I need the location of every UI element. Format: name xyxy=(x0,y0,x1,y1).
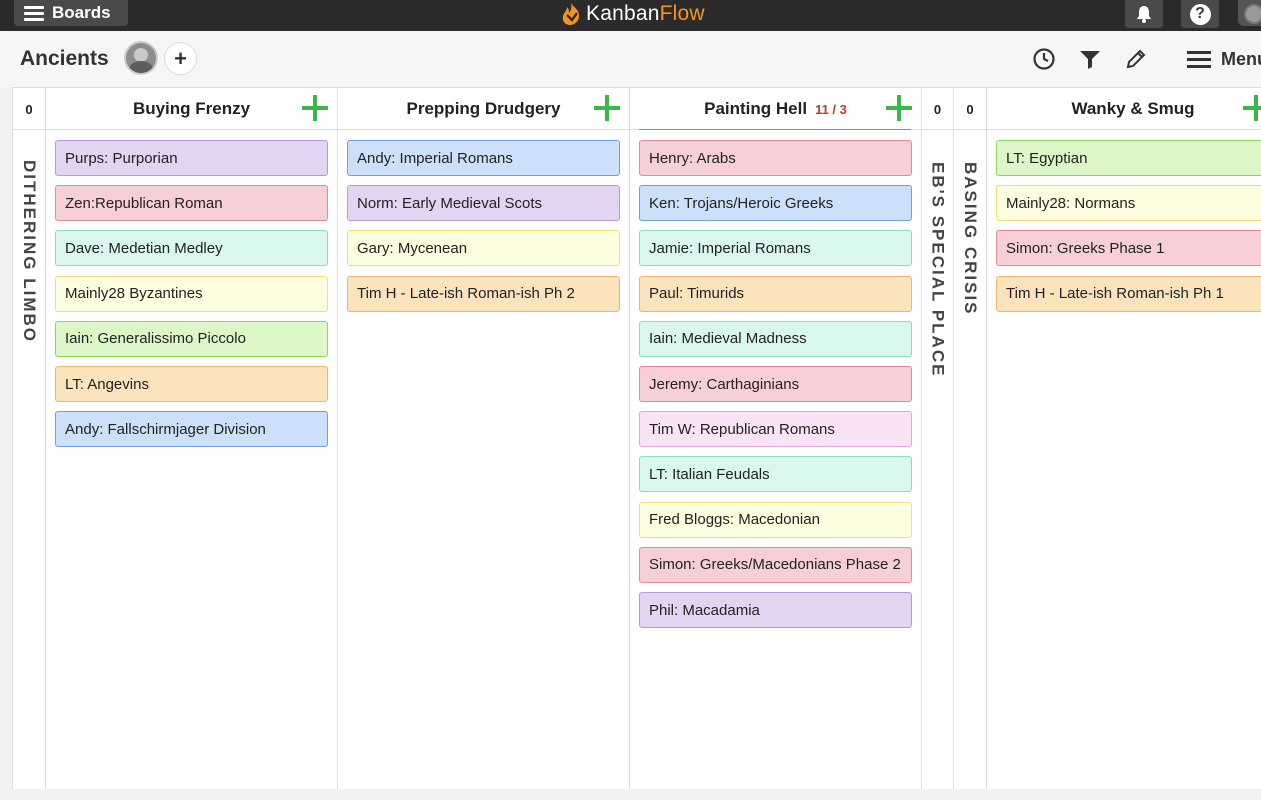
hamburger-icon xyxy=(24,6,44,21)
boards-button[interactable]: Boards xyxy=(14,0,128,26)
add-task-plus-icon[interactable] xyxy=(594,95,620,121)
kanban-board: 0 DITHERING LIMBO Buying Frenzy Purps: P… xyxy=(12,87,1261,790)
column-title: Wanky & Smug xyxy=(1071,99,1195,118)
board-header: Ancients + Menu xyxy=(0,31,1261,87)
task-card[interactable]: Phil: Macadamia xyxy=(639,592,912,628)
top-navbar: Boards KanbanFlow ? xyxy=(0,0,1261,31)
history-button[interactable] xyxy=(1031,46,1057,72)
column-header-buying-frenzy: Buying Frenzy xyxy=(46,88,338,130)
task-count: 0 xyxy=(25,102,33,117)
task-card[interactable]: Henry: Arabs xyxy=(639,140,912,176)
collapsed-column-label: DITHERING LIMBO xyxy=(20,160,39,343)
task-card[interactable]: Fred Bloggs: Macedonian xyxy=(639,501,912,538)
task-card[interactable]: Iain: Generalissimo Piccolo xyxy=(55,320,328,357)
column-prepping-drudgery: Andy: Imperial Romans Norm: Early Medieva… xyxy=(338,130,630,790)
help-button[interactable]: ? xyxy=(1181,0,1219,28)
column-header-wanky-smug: Wanky & Smug xyxy=(987,88,1261,130)
column-header-ebs-special-place[interactable]: 0 xyxy=(922,88,954,130)
question-mark-icon: ? xyxy=(1189,3,1211,25)
menu-label: Menu xyxy=(1221,48,1261,69)
add-task-plus-icon[interactable] xyxy=(302,95,328,121)
column-basing-crisis[interactable]: BASING CRISIS xyxy=(954,130,987,790)
column-header-painting-hell: Painting Hell 11 / 3 xyxy=(630,88,922,132)
task-card[interactable]: Tim W: Republican Romans xyxy=(639,411,912,448)
board-menu-button[interactable]: Menu xyxy=(1187,46,1261,72)
task-card[interactable]: Simon: Greeks Phase 1 xyxy=(996,230,1261,267)
task-card[interactable]: Mainly28 Byzantines xyxy=(55,275,328,312)
task-card[interactable]: Tim H - Late-ish Roman-ish Ph 1 xyxy=(996,275,1261,312)
task-card[interactable]: Tim H - Late-ish Roman-ish Ph 2 xyxy=(347,275,620,312)
column-title: Painting Hell 11 / 3 xyxy=(704,99,847,118)
task-count: 0 xyxy=(966,102,974,117)
clock-icon xyxy=(1033,48,1055,70)
wip-limit-badge: 11 / 3 xyxy=(815,102,847,117)
bell-icon xyxy=(1137,6,1151,23)
boards-button-label: Boards xyxy=(52,3,111,22)
kanbanflow-logo[interactable]: KanbanFlow xyxy=(560,1,705,27)
add-task-plus-icon[interactable] xyxy=(1243,95,1261,121)
member-avatar[interactable] xyxy=(124,41,158,75)
task-card[interactable]: Andy: Imperial Romans xyxy=(347,140,620,176)
task-card[interactable]: LT: Egyptian xyxy=(996,140,1261,176)
task-card[interactable]: Andy: Fallschirmjager Division xyxy=(55,411,328,448)
pencil-icon xyxy=(1126,49,1146,69)
column-painting-hell: Henry: Arabs Ken: Trojans/Heroic Greeks Ja… xyxy=(630,130,922,790)
filter-icon xyxy=(1080,51,1100,69)
board-footer-margin xyxy=(0,789,1261,800)
task-card[interactable]: LT: Angevins xyxy=(55,366,328,402)
task-card[interactable]: Zen:Republican Roman xyxy=(55,185,328,222)
task-card[interactable]: Iain: Medieval Madness xyxy=(639,320,912,357)
task-card[interactable]: Dave: Medetian Medley xyxy=(55,230,328,267)
user-avatar[interactable] xyxy=(1238,0,1261,26)
task-card[interactable]: Jeremy: Carthaginians xyxy=(639,366,912,402)
column-wanky-smug: LT: Egyptian Mainly28: Normans Simon: Gree… xyxy=(987,130,1261,790)
column-header-basing-crisis[interactable]: 0 xyxy=(954,88,987,130)
task-count: 0 xyxy=(933,102,942,117)
column-header-dithering-limbo[interactable]: 0 xyxy=(13,88,46,130)
collapsed-column-label: EB'S SPECIAL PLACE xyxy=(928,162,948,378)
task-card[interactable]: LT: Italian Feudals xyxy=(639,456,912,493)
task-card[interactable]: Norm: Early Medieval Scots xyxy=(347,185,620,222)
edit-board-button[interactable] xyxy=(1123,46,1149,72)
add-member-button[interactable]: + xyxy=(164,42,197,75)
notifications-button[interactable] xyxy=(1125,0,1163,28)
column-title: Buying Frenzy xyxy=(132,99,251,118)
column-buying-frenzy: Purps: Purporian Zen:Republican Roman Dave… xyxy=(46,130,338,790)
task-card[interactable]: Gary: Mycenean xyxy=(347,230,620,267)
logo-wordmark: KanbanFlow xyxy=(586,2,705,25)
task-card[interactable]: Jamie: Imperial Romans xyxy=(639,230,912,267)
plus-icon: + xyxy=(174,45,187,71)
task-card[interactable]: Mainly28: Normans xyxy=(996,185,1261,222)
board-title: Ancients xyxy=(20,47,109,70)
task-card[interactable]: Purps: Purporian xyxy=(55,140,328,176)
filter-button[interactable] xyxy=(1077,46,1103,72)
column-ebs-special-place[interactable]: EB'S SPECIAL PLACE xyxy=(922,130,954,790)
add-task-plus-icon[interactable] xyxy=(886,95,912,121)
task-card[interactable]: Paul: Timurids xyxy=(639,275,912,312)
collapsed-column-label: BASING CRISIS xyxy=(961,162,980,316)
hamburger-icon xyxy=(1187,51,1211,68)
column-header-prepping-drudgery: Prepping Drudgery xyxy=(338,88,630,130)
task-card[interactable]: Simon: Greeks/Macedonians Phase 2 xyxy=(639,546,912,583)
column-dithering-limbo[interactable]: DITHERING LIMBO xyxy=(13,130,46,790)
flame-logo-icon xyxy=(562,3,580,25)
task-card[interactable]: Ken: Trojans/Heroic Greeks xyxy=(639,185,912,222)
column-title: Prepping Drudgery xyxy=(406,99,561,118)
